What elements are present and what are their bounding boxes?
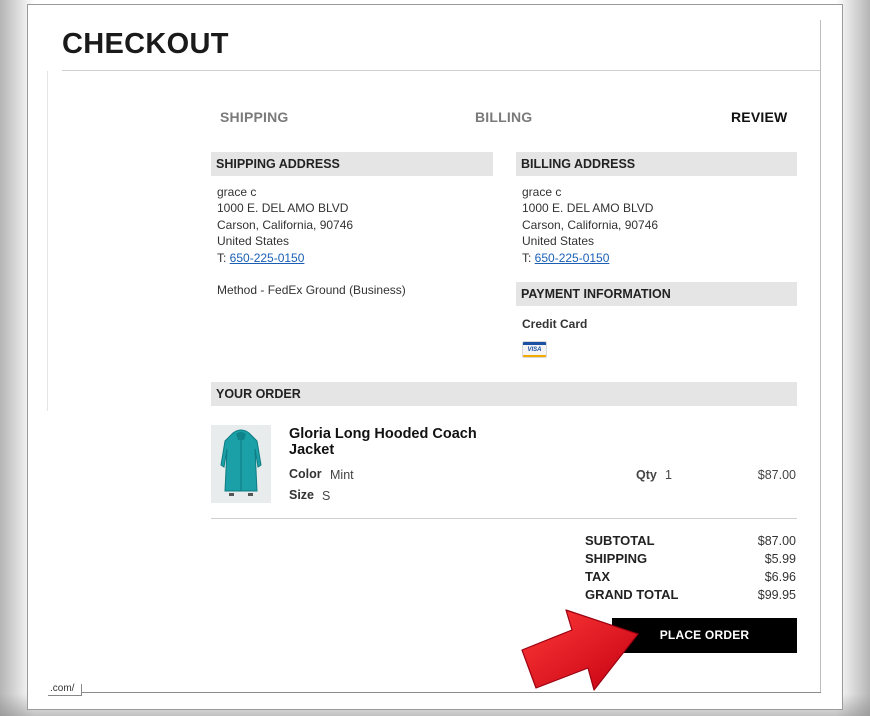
size-value: S bbox=[322, 489, 331, 503]
billing-city-line: Carson, California, 90746 bbox=[522, 217, 659, 232]
shipping-method: Method - FedEx Ground (Business) bbox=[217, 283, 406, 297]
step-shipping[interactable]: SHIPPING bbox=[220, 109, 289, 125]
billing-address-block: grace c 1000 E. DEL AMO BLVD Carson, Cal… bbox=[522, 184, 658, 266]
title-divider bbox=[62, 70, 820, 71]
billing-phone-line: T: 650-225-0150 bbox=[522, 250, 658, 266]
shipping-city-line: Carson, California, 90746 bbox=[217, 217, 354, 232]
shipping-phone-line: T: 650-225-0150 bbox=[217, 250, 353, 266]
shipping-street: 1000 E. DEL AMO BLVD bbox=[217, 201, 349, 216]
size-label: Size bbox=[289, 488, 315, 502]
qty-value: 1 bbox=[665, 468, 672, 482]
order-divider bbox=[211, 518, 797, 519]
page-title: CHECKOUT bbox=[62, 28, 229, 60]
product-name[interactable]: Gloria Long Hooded Coach Jacket bbox=[289, 426, 489, 458]
billing-address-heading: BILLING ADDRESS bbox=[516, 152, 797, 176]
content-left-border bbox=[47, 71, 48, 411]
tax-value: $6.96 bbox=[764, 570, 796, 584]
grand-total-value: $99.95 bbox=[757, 588, 796, 602]
page-frame bbox=[27, 4, 843, 710]
red-arrow-icon bbox=[521, 609, 639, 691]
step-review: REVIEW bbox=[731, 109, 788, 125]
billing-phone-prefix: T: bbox=[522, 250, 535, 265]
visa-brand-text: VISA bbox=[527, 347, 542, 353]
color-value: Mint bbox=[330, 468, 354, 482]
shipping-cost-label: SHIPPING bbox=[585, 551, 648, 566]
shipping-country: United States bbox=[217, 234, 290, 249]
billing-country: United States bbox=[522, 234, 595, 249]
your-order-heading: YOUR ORDER bbox=[211, 382, 797, 406]
color-label: Color bbox=[289, 467, 322, 481]
shipping-cost-value: $5.99 bbox=[764, 552, 796, 566]
billing-street: 1000 E. DEL AMO BLVD bbox=[522, 201, 654, 216]
tax-label: TAX bbox=[585, 569, 611, 584]
visa-card-icon: VISA bbox=[522, 341, 547, 358]
shipping-address-heading: SHIPPING ADDRESS bbox=[211, 152, 493, 176]
step-billing[interactable]: BILLING bbox=[475, 109, 532, 125]
billing-name: grace c bbox=[522, 185, 562, 199]
qty-label: Qty bbox=[636, 468, 657, 482]
billing-phone-link[interactable]: 650-225-0150 bbox=[535, 251, 610, 265]
shipping-phone-prefix: T: bbox=[217, 250, 230, 265]
content-bottom-border bbox=[48, 692, 821, 693]
payment-information-heading: PAYMENT INFORMATION bbox=[516, 282, 797, 306]
jacket-image-icon bbox=[211, 425, 271, 503]
subtotal-value: $87.00 bbox=[757, 534, 796, 548]
item-price: $87.00 bbox=[757, 468, 796, 482]
content-right-border bbox=[820, 20, 821, 692]
shipping-name: grace c bbox=[217, 185, 257, 199]
subtotal-label: SUBTOTAL bbox=[585, 533, 655, 548]
shipping-phone-link[interactable]: 650-225-0150 bbox=[230, 251, 305, 265]
status-url-fragment: .com/ bbox=[48, 684, 82, 696]
shipping-address-block: grace c 1000 E. DEL AMO BLVD Carson, Cal… bbox=[217, 184, 353, 266]
product-thumbnail[interactable] bbox=[211, 425, 271, 503]
payment-method-label: Credit Card bbox=[522, 317, 588, 331]
